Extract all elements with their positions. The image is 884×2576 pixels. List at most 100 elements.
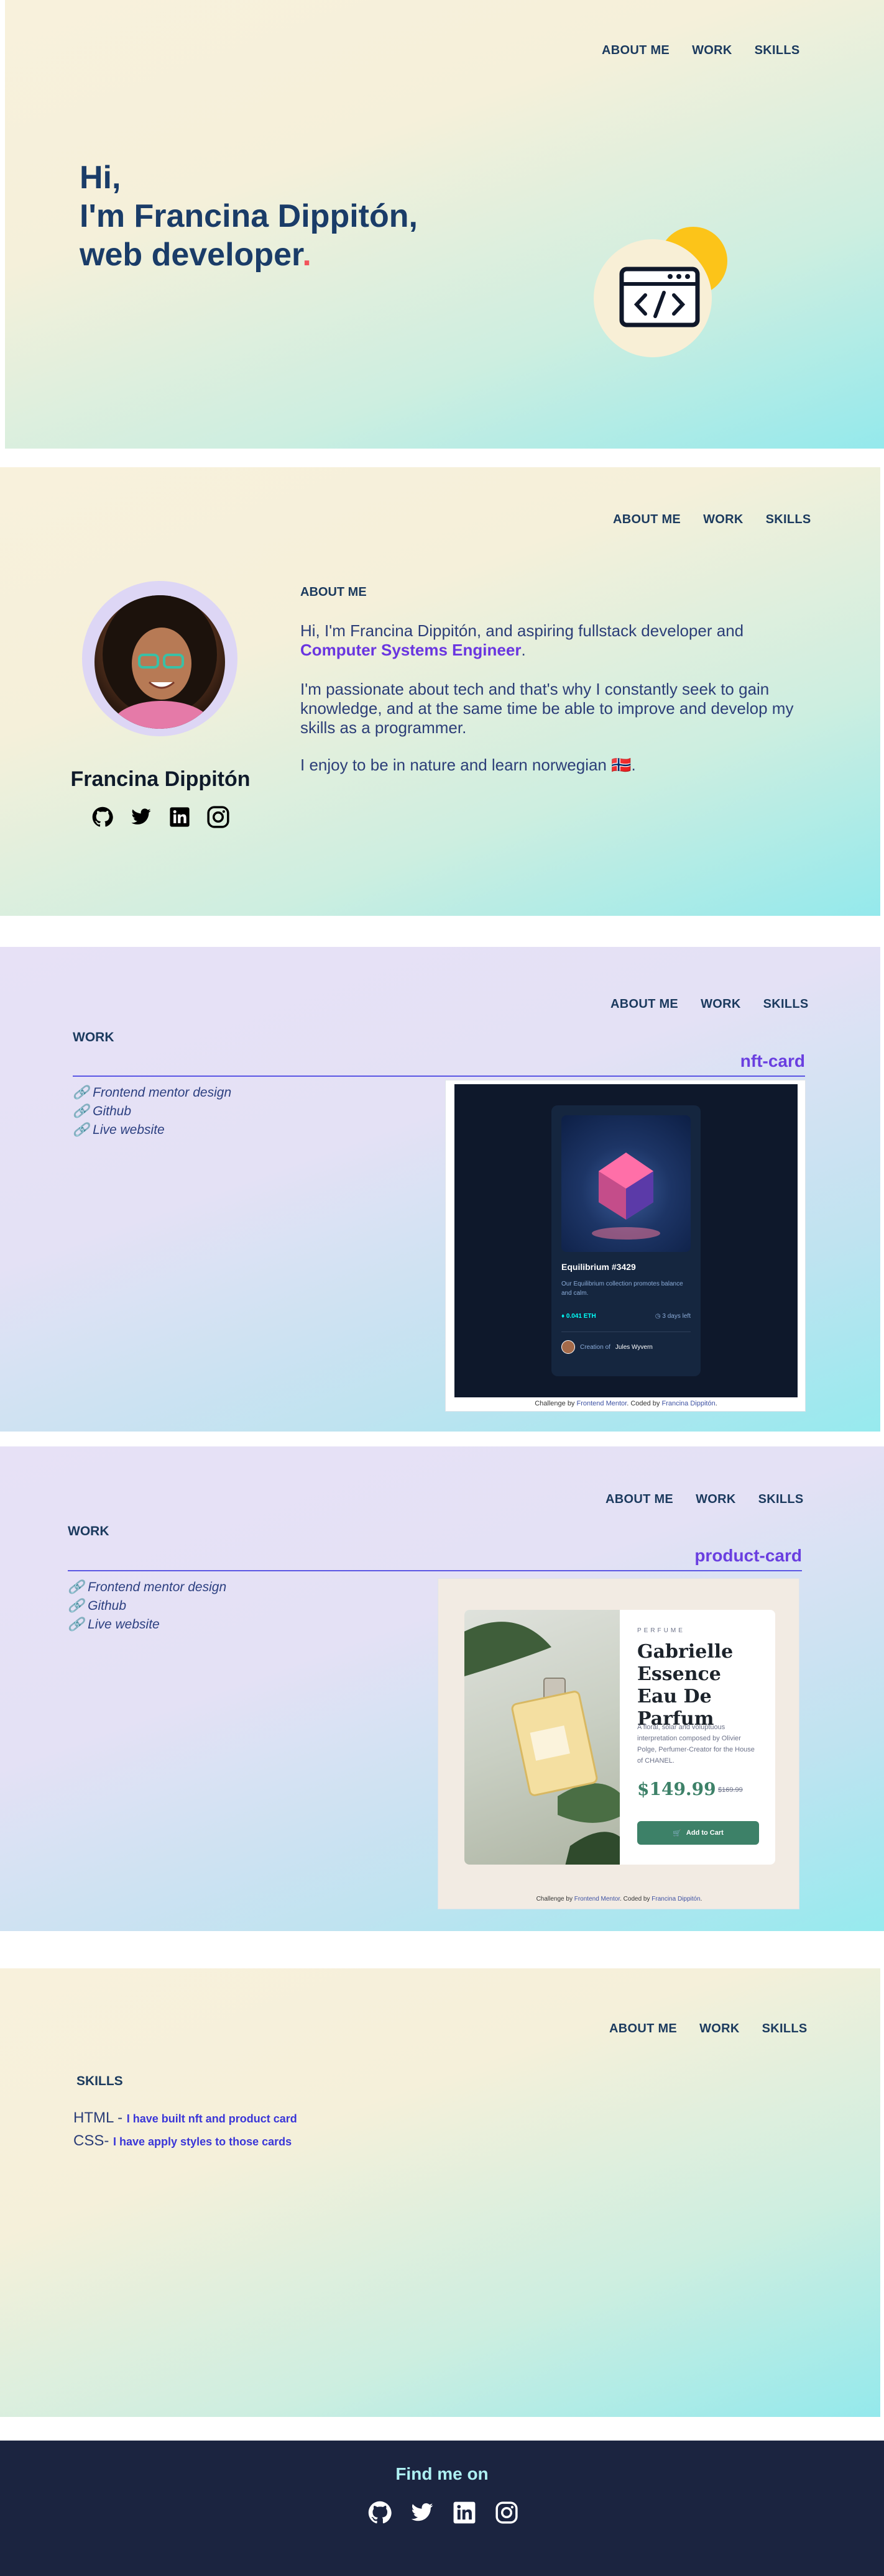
credit-author-link[interactable]: Francina Dippitón bbox=[661, 1400, 715, 1407]
project-link-live[interactable]: 🔗 Live website bbox=[68, 1615, 226, 1634]
project-divider bbox=[73, 1076, 805, 1077]
nft-description: Our Equilibrium collection promotes bala… bbox=[561, 1281, 683, 1297]
project-link-label: Frontend mentor design bbox=[93, 1085, 232, 1100]
hero-dot: . bbox=[302, 237, 311, 273]
link-icon: 🔗 bbox=[73, 1085, 90, 1100]
about-intro-text: Hi, I'm Francina Dippitón, and aspiring … bbox=[300, 621, 744, 640]
project-link-github[interactable]: 🔗 Github bbox=[68, 1597, 226, 1615]
product-preview: PERFUME Gabrielle Essence Eau De Parfum … bbox=[438, 1578, 799, 1909]
credit-mid: . Coded by bbox=[620, 1896, 650, 1902]
link-icon: 🔗 bbox=[73, 1104, 90, 1118]
nav-about-link[interactable]: ABOUT ME bbox=[613, 513, 681, 527]
product-category: PERFUME bbox=[637, 1627, 685, 1634]
about-heading: ABOUT ME bbox=[300, 585, 367, 599]
hero-nav: ABOUT ME WORK SKILLS bbox=[602, 43, 800, 58]
product-old-price: $169.99 bbox=[718, 1786, 743, 1794]
add-to-cart-button[interactable]: 🛒 Add to Cart bbox=[637, 1821, 759, 1845]
github-icon[interactable] bbox=[368, 2501, 392, 2524]
skills-heading: SKILLS bbox=[76, 2074, 123, 2088]
skill-html-label: HTML - bbox=[73, 2109, 127, 2126]
nft-time-left: ◷ 3 days left bbox=[655, 1313, 691, 1320]
linkedin-icon[interactable] bbox=[168, 805, 191, 829]
about-nav: ABOUT ME WORK SKILLS bbox=[613, 513, 811, 527]
about-role-highlight: Computer Systems Engineer bbox=[300, 641, 522, 659]
link-icon: 🔗 bbox=[73, 1123, 90, 1137]
nav-work-link[interactable]: WORK bbox=[699, 2022, 740, 2036]
footer-social-links bbox=[368, 2501, 518, 2524]
nav-work-link[interactable]: WORK bbox=[703, 513, 744, 527]
nav-work-link[interactable]: WORK bbox=[701, 997, 741, 1012]
project-link-design[interactable]: 🔗 Frontend mentor design bbox=[73, 1084, 231, 1102]
skill-html-note: I have built nft and product card bbox=[126, 2112, 297, 2125]
credit-fm-link[interactable]: Frontend Mentor bbox=[574, 1896, 620, 1902]
project-title: nft-card bbox=[740, 1051, 805, 1071]
skill-css: CSS- I have apply styles to those cards bbox=[73, 2132, 292, 2150]
skill-html: HTML - I have built nft and product card bbox=[73, 2109, 297, 2127]
skills-nav: ABOUT ME WORK SKILLS bbox=[609, 2022, 808, 2036]
skill-css-note: I have apply styles to those cards bbox=[113, 2135, 292, 2148]
project-link-live[interactable]: 🔗 Live website bbox=[73, 1121, 231, 1140]
nav-work-link[interactable]: WORK bbox=[696, 1492, 736, 1507]
twitter-icon[interactable] bbox=[129, 805, 153, 829]
nav-about-link[interactable]: ABOUT ME bbox=[602, 43, 670, 58]
hero-role: web developer bbox=[80, 237, 303, 273]
skill-css-label: CSS- bbox=[73, 2132, 114, 2149]
nft-name[interactable]: Equilibrium #3429 bbox=[561, 1262, 636, 1272]
nav-work-link[interactable]: WORK bbox=[692, 43, 732, 58]
nav-skills-link[interactable]: SKILLS bbox=[766, 513, 811, 527]
credit-end: . bbox=[700, 1896, 702, 1902]
project-divider bbox=[68, 1570, 802, 1571]
instagram-icon[interactable] bbox=[206, 805, 230, 829]
nav-skills-link[interactable]: SKILLS bbox=[762, 2022, 808, 2036]
instagram-icon[interactable] bbox=[495, 2501, 518, 2524]
about-intro: Hi, I'm Francina Dippitón, and aspiring … bbox=[300, 621, 810, 660]
credit-fm-link[interactable]: Frontend Mentor bbox=[577, 1400, 627, 1407]
github-icon[interactable] bbox=[91, 805, 114, 829]
nav-about-link[interactable]: ABOUT ME bbox=[605, 1492, 673, 1507]
nav-about-link[interactable]: ABOUT ME bbox=[609, 2022, 677, 2036]
hero-heading: Hi, I'm Francina Dippitón, web developer… bbox=[80, 158, 418, 274]
hero-line-3: web developer. bbox=[80, 235, 418, 274]
nft-divider bbox=[561, 1331, 691, 1332]
work-nft-nav: ABOUT ME WORK SKILLS bbox=[610, 997, 809, 1012]
product-image bbox=[464, 1610, 632, 1865]
creator-avatar bbox=[561, 1340, 575, 1354]
project-links: 🔗 Frontend mentor design 🔗 Github 🔗 Live we… bbox=[68, 1578, 226, 1634]
twitter-icon[interactable] bbox=[410, 2501, 434, 2524]
work-heading: WORK bbox=[73, 1030, 114, 1044]
credit-author-link[interactable]: Francina Dippitón bbox=[651, 1896, 700, 1902]
about-paragraph-3: I enjoy to be in nature and learn norweg… bbox=[300, 756, 636, 774]
credit-mid: . Coded by bbox=[627, 1400, 660, 1407]
linkedin-icon[interactable] bbox=[453, 2501, 476, 2524]
link-icon: 🔗 bbox=[68, 1599, 85, 1613]
creator-prefix: Creation of bbox=[580, 1343, 610, 1351]
project-link-github[interactable]: 🔗 Github bbox=[73, 1102, 231, 1121]
product-name: Gabrielle Essence Eau De Parfum bbox=[637, 1641, 734, 1730]
project-link-label: Github bbox=[93, 1104, 132, 1118]
project-title: product-card bbox=[694, 1546, 802, 1565]
profile-name: Francina Dippitón bbox=[70, 767, 251, 791]
cart-icon: 🛒 bbox=[673, 1829, 681, 1837]
work-heading: WORK bbox=[68, 1524, 109, 1538]
project-links: 🔗 Frontend mentor design 🔗 Github 🔗 Live we… bbox=[73, 1084, 231, 1140]
nft-creator: Creation of Jules Wyvern bbox=[561, 1340, 653, 1354]
hero-line-1: Hi, bbox=[80, 160, 121, 196]
nft-preview: Equilibrium #3429 Our Equilibrium collec… bbox=[445, 1080, 806, 1412]
project-link-label: Live website bbox=[88, 1617, 160, 1632]
nav-skills-link[interactable]: SKILLS bbox=[758, 1492, 804, 1507]
product-credit: Challenge by Frontend Mentor. Coded by F… bbox=[438, 1896, 800, 1902]
nav-skills-link[interactable]: SKILLS bbox=[755, 43, 800, 58]
work-product-nav: ABOUT ME WORK SKILLS bbox=[605, 1492, 804, 1507]
product-price: $149.99 bbox=[637, 1779, 716, 1799]
footer-title: Find me on bbox=[395, 2464, 489, 2483]
nft-price: ♦ 0.041 ETH bbox=[561, 1313, 596, 1320]
avatar bbox=[94, 595, 225, 729]
nav-skills-link[interactable]: SKILLS bbox=[763, 997, 809, 1012]
about-intro-end: . bbox=[521, 641, 526, 659]
nft-time-value: 3 days left bbox=[662, 1313, 691, 1320]
product-description: A floral, solar and voluptuous interpret… bbox=[637, 1724, 755, 1765]
creator-name[interactable]: Jules Wyvern bbox=[615, 1344, 653, 1351]
nav-about-link[interactable]: ABOUT ME bbox=[610, 997, 678, 1012]
project-link-design[interactable]: 🔗 Frontend mentor design bbox=[68, 1578, 226, 1597]
product-card: PERFUME Gabrielle Essence Eau De Parfum … bbox=[464, 1610, 775, 1865]
